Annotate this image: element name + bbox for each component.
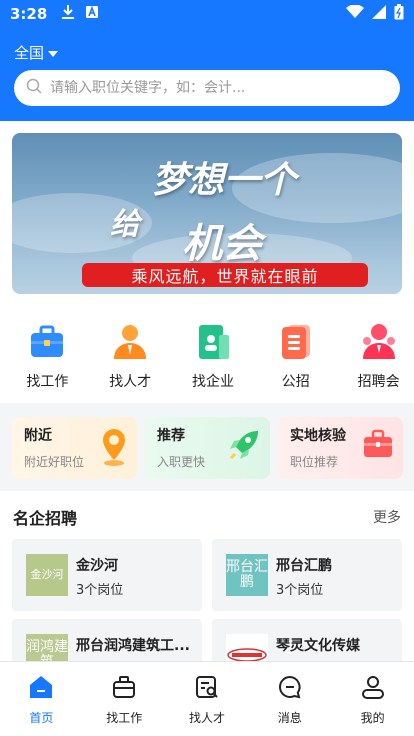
tab-profile-label: 我的 xyxy=(360,711,385,725)
profile-icon xyxy=(360,674,386,704)
search-icon xyxy=(26,78,42,98)
status-time: 3:28 xyxy=(10,5,48,23)
briefcase-icon xyxy=(27,321,67,361)
search-bar[interactable] xyxy=(14,70,400,106)
company-card[interactable]: 邢台汇鹏 邢台汇鹏 3个岗位 xyxy=(212,539,402,611)
nav-find-job-label: 找工作 xyxy=(26,374,69,390)
wifi-icon xyxy=(346,4,364,23)
region-selector[interactable]: 全国 xyxy=(14,42,59,63)
download-icon xyxy=(61,4,75,24)
banner-slogan-line1: 梦想一个 xyxy=(152,159,297,201)
company-name: 邢台润鸿建筑工... xyxy=(76,638,190,654)
location-pin-icon xyxy=(99,427,129,471)
company-name: 琴灵文化传媒 xyxy=(276,638,360,654)
tab-find-talent-label: 找人才 xyxy=(188,711,225,725)
person-icon xyxy=(110,321,150,361)
divider xyxy=(0,403,414,411)
company-logo: 邢台汇鹏 xyxy=(226,554,268,596)
company-logo: 润鸿建筑 xyxy=(26,634,68,661)
caret-down-icon xyxy=(48,44,59,62)
search-input[interactable] xyxy=(50,80,370,96)
nav-find-talent[interactable]: 找人才 xyxy=(95,321,166,391)
suitcase-icon xyxy=(361,427,395,465)
more-link[interactable]: 更多 xyxy=(373,507,401,527)
main-content: 梦想一个 给 机会 乘风远航，世界就在眼前 找工作 找人才 找企业 公招 招聘会… xyxy=(0,121,414,661)
banner-slogan-line2: 机会 xyxy=(182,220,262,267)
company-icon xyxy=(193,321,233,361)
header: 全国 xyxy=(0,28,414,121)
home-icon xyxy=(28,674,54,704)
company-card[interactable]: 润鸿建筑 邢台润鸿建筑工... xyxy=(12,619,202,661)
tab-messages-label: 消息 xyxy=(277,711,302,725)
company-card[interactable]: 金沙河 金沙河 3个岗位 xyxy=(12,539,202,611)
nav-find-job[interactable]: 找工作 xyxy=(12,321,83,391)
company-card[interactable]: 琴灵文化传媒 xyxy=(212,619,402,661)
signal-icon xyxy=(372,5,386,23)
quick-nav: 找工作 找人才 找企业 公招 招聘会 xyxy=(0,321,414,391)
tab-find-talent[interactable]: 找人才 xyxy=(166,662,249,736)
famous-companies-section: 名企招聘 更多 金沙河 金沙河 3个岗位 邢台汇鹏 邢台汇鹏 3个岗位 润鸿建筑… xyxy=(0,491,414,661)
tab-find-job-label: 找工作 xyxy=(106,711,143,725)
app-notification-icon xyxy=(85,5,99,23)
company-name: 邢台汇鹏 xyxy=(276,558,332,574)
bottom-tab-bar: 首页 找工作 找人才 消息 我的 xyxy=(0,661,414,736)
briefcase-icon xyxy=(111,674,137,704)
document-icon xyxy=(276,321,316,361)
company-name: 金沙河 xyxy=(76,558,118,574)
card-recommend[interactable]: 推荐 入职更快 xyxy=(145,417,270,479)
message-icon xyxy=(277,674,303,704)
status-bar: 3:28 xyxy=(0,0,414,28)
feature-cards: 附近 附近好职位 推荐 入职更快 实地核验 职位推荐 xyxy=(0,411,414,491)
banner-slogan-prefix: 给 xyxy=(110,207,140,242)
tab-home[interactable]: 首页 xyxy=(0,662,83,736)
battery-icon xyxy=(394,4,404,24)
company-logo-image xyxy=(226,634,268,661)
promo-banner[interactable]: 梦想一个 给 机会 乘风远航，世界就在眼前 xyxy=(12,133,402,294)
company-jobs-count: 3个岗位 xyxy=(276,583,324,598)
section-title: 名企招聘 xyxy=(13,509,78,528)
tab-messages[interactable]: 消息 xyxy=(248,662,331,736)
nav-find-company-label: 找企业 xyxy=(191,374,234,390)
company-logo: 金沙河 xyxy=(26,554,68,596)
nav-public-recruit[interactable]: 公招 xyxy=(260,321,331,391)
company-jobs-count: 3个岗位 xyxy=(76,583,124,598)
meeting-icon xyxy=(359,321,399,361)
nav-public-recruit-label: 公招 xyxy=(281,374,310,390)
nav-job-fair-label: 招聘会 xyxy=(357,374,400,390)
card-nearby[interactable]: 附近 附近好职位 xyxy=(12,417,137,479)
banner-ribbon: 乘风远航，世界就在眼前 xyxy=(82,263,368,287)
rocket-icon xyxy=(226,427,262,467)
nav-find-company[interactable]: 找企业 xyxy=(178,321,249,391)
nav-job-fair[interactable]: 招聘会 xyxy=(343,321,414,391)
tab-home-label: 首页 xyxy=(29,711,54,725)
region-label: 全国 xyxy=(14,44,45,62)
find-talent-icon xyxy=(194,674,220,704)
tab-find-job[interactable]: 找工作 xyxy=(83,662,166,736)
nav-find-talent-label: 找人才 xyxy=(109,374,152,390)
card-onsite-verify[interactable]: 实地核验 职位推荐 xyxy=(278,417,403,479)
tab-profile[interactable]: 我的 xyxy=(331,662,414,736)
